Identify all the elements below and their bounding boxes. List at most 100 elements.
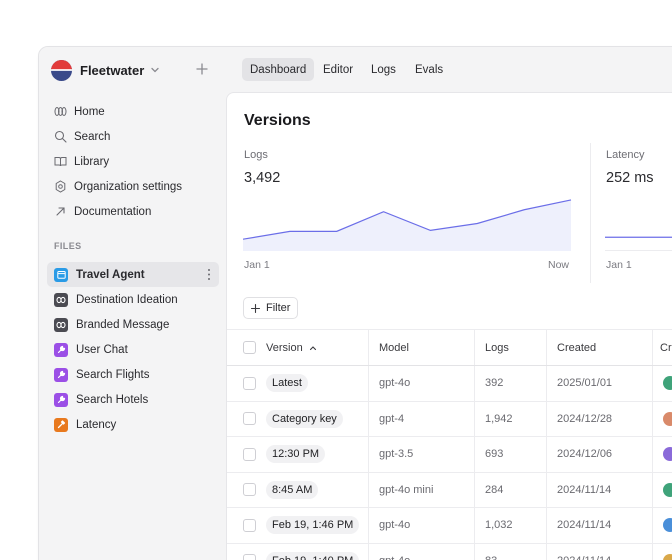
tab-evals[interactable]: Evals [407, 58, 451, 81]
filter-button[interactable]: Filter [243, 297, 299, 319]
table-row[interactable]: Category key gpt-4 1,942 2024/12/28 [227, 401, 672, 437]
file-item-label: Travel Agent [76, 268, 145, 281]
sidebar-nav: Home Search Library Organization setting… [47, 99, 219, 224]
column-header-logs[interactable]: Logs [485, 330, 509, 365]
file-item-search-hotels[interactable]: Search Hotels [47, 387, 219, 412]
add-icon[interactable] [194, 61, 210, 77]
column-header-created-by[interactable]: Cr [660, 330, 672, 365]
avatar [663, 376, 672, 391]
metric-divider [590, 143, 591, 283]
file-item-latency[interactable]: Latency [47, 412, 219, 437]
file-item-label: Search Hotels [76, 393, 149, 406]
sidebar-item-label: Documentation [74, 205, 152, 218]
sidebar-item-label: Search [74, 130, 111, 143]
infinity-icon [54, 317, 68, 332]
version-tag[interactable]: Feb 19, 1:40 PM [266, 551, 360, 560]
table-row[interactable]: Feb 19, 1:46 PM gpt-4o 1,032 2024/11/14 [227, 508, 672, 544]
table-row[interactable]: 8:45 AM gpt-4o mini 284 2024/11/14 [227, 472, 672, 508]
sidebar-item-organization-settings[interactable]: Organization settings [47, 174, 219, 199]
version-tag[interactable]: 12:30 PM [266, 445, 326, 464]
filter-label: Filter [266, 302, 291, 314]
sidebar-item-documentation[interactable]: Documentation [47, 199, 219, 224]
file-item-user-chat[interactable]: User Chat [47, 337, 219, 362]
created-cell: 2025/01/01 [557, 377, 613, 390]
files-section-label: FILES [54, 241, 82, 251]
metric-label: Logs [244, 149, 268, 161]
org-switcher[interactable]: Fleetwater [51, 59, 160, 81]
file-item-label: Latency [76, 418, 117, 431]
avatar [663, 553, 672, 560]
model-cell: gpt-4o [379, 519, 411, 532]
table-header-row: Version Model Logs Created Cr [227, 329, 672, 366]
version-cell: Latest [266, 366, 308, 401]
row-checkbox[interactable] [243, 376, 256, 390]
file-item-search-flights[interactable]: Search Flights [47, 362, 219, 387]
sort-ascending-icon [309, 345, 316, 350]
version-tag[interactable]: 8:45 AM [266, 480, 319, 499]
org-name: Fleetwater [80, 62, 145, 78]
logs-cell: 392 [485, 377, 504, 390]
org-logo [51, 59, 72, 81]
created-cell: 2024/12/06 [557, 448, 613, 461]
table-row[interactable]: Latest gpt-4o 392 2025/01/01 [227, 366, 672, 402]
row-checkbox[interactable] [243, 412, 256, 426]
column-header-created[interactable]: Created [557, 330, 596, 365]
table-row[interactable]: Feb 19, 1:40 PM gpt-4o 83 2024/11/14 [227, 543, 672, 560]
version-cell: 8:45 AM [266, 473, 319, 508]
latency-chart [605, 236, 672, 251]
sidebar-item-search[interactable]: Search [47, 124, 219, 149]
row-checkbox[interactable] [243, 447, 256, 461]
tab-dashboard[interactable]: Dashboard [242, 58, 315, 81]
chevron-down-icon [151, 67, 159, 73]
main-panel: Versions Logs 3,492 Jan 1 Now Latency 25… [226, 92, 672, 560]
file-item-destination-ideation[interactable]: Destination Ideation [47, 287, 219, 312]
file-item-label: User Chat [76, 343, 128, 356]
created-cell: 2024/12/28 [557, 412, 613, 425]
plus-icon [250, 303, 261, 313]
version-tag[interactable]: Category key [266, 409, 343, 428]
logs-chart [243, 199, 572, 251]
model-cell: gpt-4o mini [379, 483, 434, 496]
x-axis-end-label: Now [548, 259, 570, 271]
file-item-travel-agent[interactable]: Travel Agent [47, 262, 219, 287]
row-checkbox[interactable] [243, 483, 256, 497]
app-window: Fleetwater Home Search Library Organizat… [38, 46, 672, 560]
created-cell: 2024/11/14 [557, 519, 612, 532]
column-header-version[interactable]: Version [266, 330, 317, 365]
sidebar-item-label: Organization settings [74, 180, 183, 193]
logs-cell: 83 [485, 544, 497, 560]
metric-value: 252 ms [606, 170, 654, 186]
version-cell: Feb 19, 1:40 PM [266, 544, 360, 560]
more-options-icon[interactable] [207, 268, 211, 281]
column-header-model[interactable]: Model [379, 330, 409, 365]
sidebar-item-home[interactable]: Home [47, 99, 219, 124]
file-item-branded-message[interactable]: Branded Message [47, 312, 219, 337]
file-item-label: Search Flights [76, 368, 150, 381]
tab-editor[interactable]: Editor [315, 58, 361, 81]
tab-logs[interactable]: Logs [363, 58, 404, 81]
gear-icon [55, 180, 66, 193]
sidebar: Fleetwater Home Search Library Organizat… [39, 47, 226, 560]
table-row[interactable]: 12:30 PM gpt-3.5 693 2024/12/06 [227, 437, 672, 473]
version-cell: 12:30 PM [266, 437, 326, 472]
sidebar-item-library[interactable]: Library [47, 149, 219, 174]
book-icon [54, 157, 67, 167]
avatar [663, 518, 672, 533]
row-checkbox[interactable] [243, 518, 256, 532]
metric-logs: Logs 3,492 [244, 149, 280, 186]
file-item-label: Branded Message [76, 318, 170, 331]
x-axis-start-label: Jan 1 [244, 259, 270, 271]
model-cell: gpt-3.5 [379, 448, 414, 461]
avatar [663, 447, 672, 462]
home-icon [54, 107, 67, 116]
model-cell: gpt-4o [379, 377, 411, 390]
row-checkbox[interactable] [243, 554, 256, 560]
select-all-checkbox[interactable] [243, 341, 256, 354]
model-cell: gpt-4 [379, 412, 405, 425]
model-cell: gpt-4o [379, 544, 410, 560]
column-header-label: Version [266, 341, 303, 354]
version-tag[interactable]: Latest [266, 374, 308, 393]
version-tag[interactable]: Feb 19, 1:46 PM [266, 516, 360, 535]
version-cell: Feb 19, 1:46 PM [266, 508, 360, 543]
metric-value: 3,492 [244, 170, 281, 186]
